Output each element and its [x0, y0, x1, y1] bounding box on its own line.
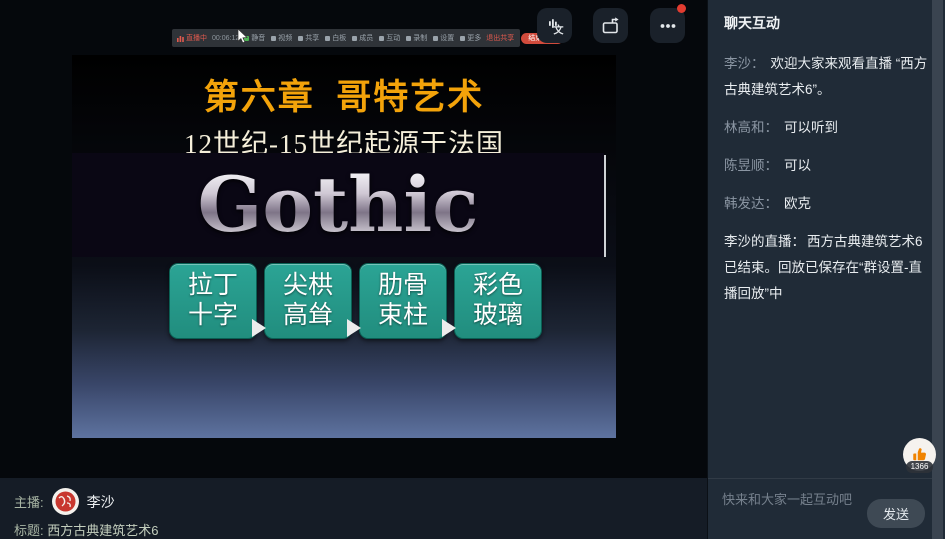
chat-message-text: 可以: [784, 158, 811, 173]
toolbar-item-icon: [352, 36, 357, 41]
share-toolbar: 直播中 00:06:12 静音视频共享白板成员互动录制设置更多 退出共享 结束直…: [172, 29, 520, 47]
app-window: 直播中 00:06:12 静音视频共享白板成员互动录制设置更多 退出共享 结束直…: [0, 0, 945, 539]
flow-box: 肋骨束柱: [359, 263, 447, 339]
toolbar-item[interactable]: 视频: [271, 33, 292, 43]
toolbar-item[interactable]: 成员: [352, 33, 373, 43]
presentation-slide: 第六章 哥特艺术 12世纪-15世纪起源于法国 Gothic 拉丁十字尖栱高耸肋…: [72, 55, 616, 438]
toolbar-item-icon: [433, 36, 438, 41]
chat-message: 韩发达： 欧克: [724, 191, 929, 217]
toolbar-item-icon: [460, 36, 465, 41]
chat-message-text: 欧克: [784, 196, 811, 211]
host-row: 主播: 李沙: [14, 488, 115, 515]
stream-title-row: 标题: 西方古典建筑艺术6: [14, 520, 158, 539]
more-dots-icon: [657, 15, 679, 37]
host-label: 主播:: [14, 492, 44, 511]
flow-box: 彩色玻璃: [454, 263, 542, 339]
flow-arrow-icon: [252, 319, 266, 337]
host-avatar: [52, 488, 79, 515]
live-label: 直播中: [186, 33, 207, 43]
chat-message: 林高和： 可以听到: [724, 115, 929, 141]
more-options-button[interactable]: [650, 8, 685, 43]
toolbar-item-label: 设置: [440, 33, 454, 43]
live-signal-icon: [177, 35, 184, 42]
chat-message-sender: 李沙的直播：: [724, 234, 805, 249]
toolbar-item-label: 视频: [278, 33, 292, 43]
seal-stamp-icon: [54, 490, 77, 513]
host-name: 李沙: [87, 492, 115, 512]
chat-system-message: 李沙的直播：西方古典建筑艺术6 已结束。回放已保存在“群设置-直播回放”中: [724, 229, 929, 307]
slide-image-edge: [604, 155, 606, 257]
slide-chapter-title: 第六章 哥特艺术: [72, 69, 616, 120]
flow-box: 拉丁十字: [169, 263, 257, 339]
stream-title-label: 标题:: [14, 523, 44, 538]
toolbar-item[interactable]: 白板: [325, 33, 346, 43]
toolbar-item-label: 成员: [359, 33, 373, 43]
chat-header-title: 聊天互动: [708, 0, 945, 33]
toolbar-item-icon: [298, 36, 303, 41]
stream-title-value: 西方古典建筑艺术6: [47, 523, 158, 538]
rotate-screen-icon: [600, 15, 622, 37]
shared-screen-area: 直播中 00:06:12 静音视频共享白板成员互动录制设置更多 退出共享 结束直…: [0, 0, 707, 478]
toolbar-item[interactable]: 互动: [379, 33, 400, 43]
gothic-title-image: Gothic: [72, 153, 604, 257]
host-info-bar: 主播: 李沙 标题: 西方古典建筑艺术6: [0, 478, 707, 539]
toolbar-item-icon: [379, 36, 384, 41]
live-timer: 00:06:12: [212, 35, 239, 42]
toolbar-item-icon: [406, 36, 411, 41]
notification-dot: [677, 4, 686, 13]
chat-message-sender: 李沙：: [724, 56, 765, 71]
flow-diagram: 拉丁十字尖栱高耸肋骨束柱彩色玻璃: [169, 263, 542, 359]
toolbar-item-label: 静音: [251, 33, 265, 43]
chat-message: 李沙：欢迎大家来观看直播 “西方古典建筑艺术6”。: [724, 51, 929, 103]
like-button[interactable]: 1366: [903, 438, 936, 471]
chat-message: 陈昱顺： 可以: [724, 153, 929, 179]
toolbar-item-icon: [325, 36, 330, 41]
toolbar-item-label: 白板: [332, 33, 346, 43]
toolbar-item[interactable]: 共享: [298, 33, 319, 43]
flow-arrow-icon: [442, 319, 456, 337]
toolbar-item-label: 更多: [467, 33, 481, 43]
exit-share-button[interactable]: 退出共享: [486, 33, 514, 43]
chat-message-sender: 韩发达：: [724, 196, 778, 211]
caption-translate-button[interactable]: 文: [537, 8, 572, 43]
chat-message-list: 李沙：欢迎大家来观看直播 “西方古典建筑艺术6”。林高和： 可以听到陈昱顺： 可以韩…: [708, 33, 945, 307]
like-count-badge: 1366: [906, 461, 934, 473]
chat-input-bar: 发送: [708, 478, 935, 539]
chat-message-text: 可以听到: [784, 120, 838, 135]
toolbar-item[interactable]: 录制: [406, 33, 427, 43]
svg-text:文: 文: [553, 23, 564, 36]
chat-message-sender: 林高和：: [724, 120, 778, 135]
toolbar-item[interactable]: 设置: [433, 33, 454, 43]
toolbar-item-label: 互动: [386, 33, 400, 43]
live-indicator: 直播中: [177, 33, 207, 43]
voice-caption-icon: 文: [544, 15, 566, 37]
chat-panel: 聊天互动 李沙：欢迎大家来观看直播 “西方古典建筑艺术6”。林高和： 可以听到陈昱…: [707, 0, 945, 539]
mouse-cursor: [237, 29, 250, 45]
toolbar-item[interactable]: 更多: [460, 33, 481, 43]
chat-input[interactable]: [722, 489, 862, 509]
toolbar-item-label: 共享: [305, 33, 319, 43]
rotate-screen-button[interactable]: [593, 8, 628, 43]
flow-box: 尖栱高耸: [264, 263, 352, 339]
chat-message-sender: 陈昱顺：: [724, 158, 778, 173]
gothic-text: Gothic: [197, 167, 478, 243]
toolbar-item-icon: [271, 36, 276, 41]
flow-arrow-icon: [347, 319, 361, 337]
send-button[interactable]: 发送: [867, 499, 925, 528]
toolbar-item-label: 录制: [413, 33, 427, 43]
